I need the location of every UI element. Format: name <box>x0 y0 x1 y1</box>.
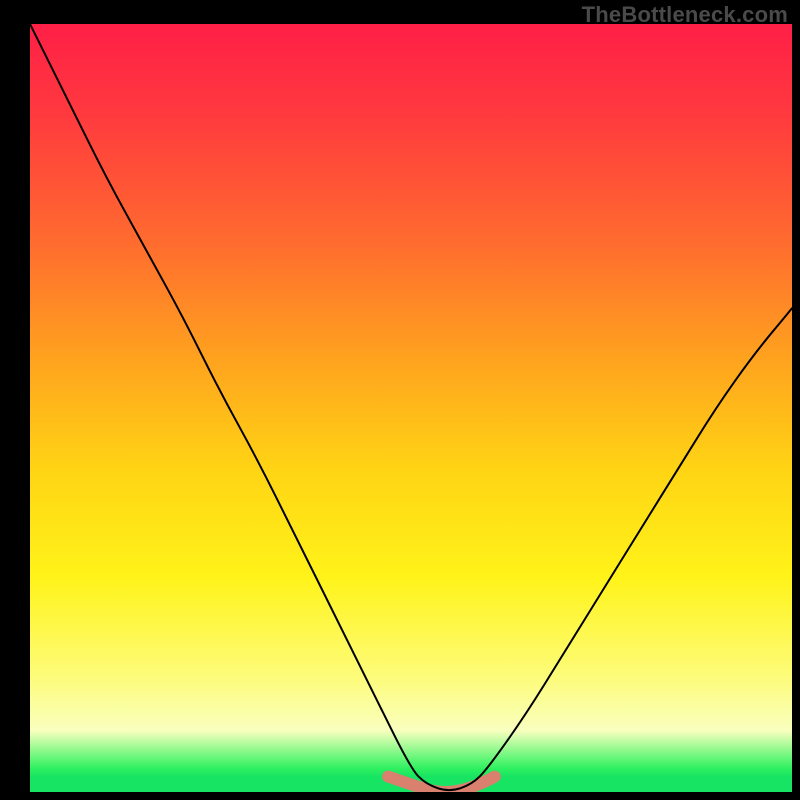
curve-svg <box>30 24 792 792</box>
chart-frame: TheBottleneck.com <box>0 0 800 800</box>
watermark-text: TheBottleneck.com <box>582 2 788 28</box>
plot-area <box>30 24 792 792</box>
main-curve-path <box>30 24 792 790</box>
